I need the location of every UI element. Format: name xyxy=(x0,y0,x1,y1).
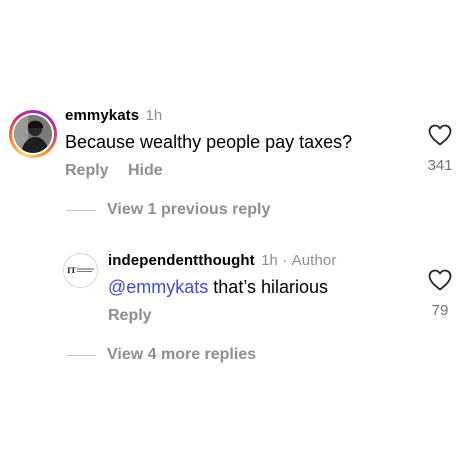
thread-divider xyxy=(66,355,96,356)
avatar xyxy=(14,115,52,153)
reply-reply-button[interactable]: Reply xyxy=(108,307,152,325)
view-more-replies-button[interactable]: View 4 more replies xyxy=(107,346,256,364)
svg-text:IT: IT xyxy=(67,266,77,275)
thread-divider xyxy=(66,210,96,211)
reply-like-count: 79 xyxy=(431,302,449,319)
avatar-story-ring[interactable] xyxy=(9,110,57,158)
mention-link[interactable]: @emmykats xyxy=(108,277,208,297)
avatar-photo-icon xyxy=(14,115,52,153)
view-previous-replies-button[interactable]: View 1 previous reply xyxy=(107,201,270,219)
comment-like-count: 341 xyxy=(427,157,453,174)
heart-outline-icon[interactable] xyxy=(428,124,452,146)
reply-timestamp: 1h xyxy=(261,252,278,269)
comment-timestamp: 1h xyxy=(145,107,163,124)
hide-button[interactable]: Hide xyxy=(128,162,163,180)
reply-username[interactable]: independentthought 1h · Author xyxy=(108,252,336,269)
comment-username-text[interactable]: emmykats xyxy=(65,107,139,124)
reply-text: @emmykats that’s hilarious xyxy=(108,276,328,298)
comment-text: Because wealthy people pay taxes? xyxy=(65,132,353,152)
independent-logo-icon: IT xyxy=(64,254,97,287)
reply-text-body: that’s hilarious xyxy=(208,277,329,297)
heart-outline-icon[interactable] xyxy=(428,269,452,291)
reply-avatar[interactable]: IT xyxy=(63,253,98,288)
reply-meta-separator: · xyxy=(282,252,288,269)
reply-username-text[interactable]: independentthought xyxy=(108,252,255,269)
author-badge: Author xyxy=(291,252,337,269)
reply-button[interactable]: Reply xyxy=(65,162,109,180)
comment-username[interactable]: emmykats 1h xyxy=(65,107,162,124)
